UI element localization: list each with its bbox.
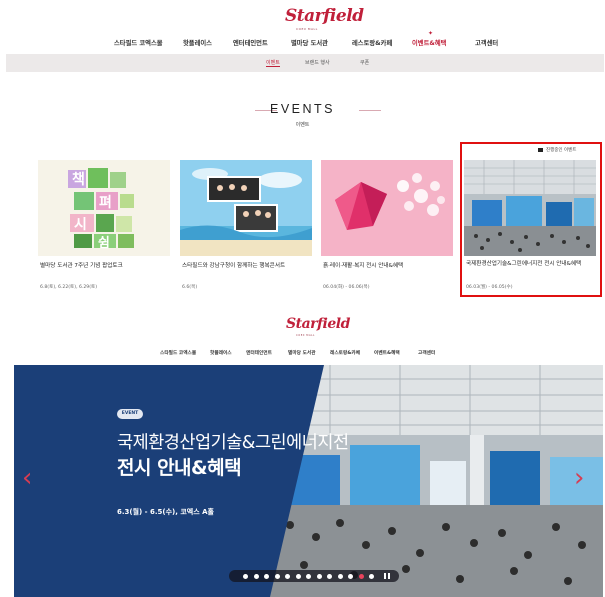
subnav-tab-events[interactable]: 이벤트 bbox=[266, 59, 280, 67]
carousel-dot[interactable] bbox=[348, 573, 353, 579]
event-card-welfare[interactable]: 흙·레이·재활·복지 전시 안내&혜택 06.04(화) - 06.06(목) bbox=[321, 160, 453, 296]
event-card-library[interactable]: 책 펴 시 쉼 별마당 도서관 7주년 기념 팝업토크 6.8(토), 6.22… bbox=[38, 160, 170, 296]
carousel-dot[interactable] bbox=[306, 573, 311, 579]
library-poster: 책 펴 시 쉼 bbox=[38, 160, 170, 256]
title-divider-right bbox=[359, 110, 381, 111]
event-card-concert[interactable]: 스타필드와 강남구청이 함께하는 행복콘서트 6.6(목) bbox=[180, 160, 312, 296]
nav-item-restaurant[interactable]: 레스토랑&카페 bbox=[352, 38, 392, 47]
section-subtitle: 이벤트 bbox=[295, 122, 310, 128]
banner-diagonal bbox=[214, 365, 324, 597]
card-date: 6.6(목) bbox=[182, 285, 198, 290]
carousel-dot[interactable] bbox=[358, 573, 364, 579]
poster-char-4: 쉼 bbox=[98, 236, 110, 251]
subnav-tab-coupon[interactable]: 쿠폰 bbox=[360, 59, 369, 66]
nav-item-coexmall[interactable]: 스타필드 코엑스몰 bbox=[114, 38, 163, 47]
nav2-item-hotplace[interactable]: 핫플레이스 bbox=[210, 350, 232, 356]
sub-nav: 이벤트 브랜드 행사 쿠폰 bbox=[6, 54, 604, 72]
nav2-item-customer[interactable]: 고객센터 bbox=[418, 350, 435, 356]
carousel-dot[interactable] bbox=[243, 573, 248, 579]
nav2-item-entertainment[interactable]: 엔터테인먼트 bbox=[246, 350, 272, 356]
highlight-box bbox=[460, 142, 602, 297]
carousel-dot[interactable] bbox=[316, 573, 322, 579]
nav-item-entertainment[interactable]: 엔터테인먼트 bbox=[233, 38, 268, 47]
banner-title-line1: 국제환경산업기술&그린에너지전 bbox=[117, 433, 349, 453]
card-date: 6.8(토), 6.22(토), 6.29(토) bbox=[40, 285, 98, 290]
carousel-dot[interactable] bbox=[295, 573, 301, 579]
banner-date: 6.3(월) - 6.5(수), 코엑스 A홀 bbox=[117, 508, 214, 516]
main-nav: 스타필드 코엑스몰 핫플레이스 엔터테인먼트 별마당 도서관 레스토랑&카페 이… bbox=[0, 38, 605, 50]
active-star-icon: ✦ bbox=[428, 30, 434, 37]
carousel-dot[interactable] bbox=[337, 573, 343, 579]
poster-char-2: 펴 bbox=[99, 195, 112, 211]
carousel-dot[interactable] bbox=[274, 573, 280, 579]
nav2-item-restaurant[interactable]: 레스토랑&카페 bbox=[330, 350, 360, 356]
event-badge: EVENT bbox=[117, 409, 143, 419]
nav-item-events[interactable]: 이벤트&혜택 bbox=[412, 38, 446, 47]
card-thumbnail-welfare bbox=[321, 160, 453, 256]
card-title: 스타필드와 강남구청이 함께하는 행복콘서트 bbox=[182, 263, 286, 269]
carousel-dot[interactable] bbox=[285, 573, 290, 579]
poster-char-1: 책 bbox=[72, 172, 85, 188]
logo-subtitle: COEX MALL bbox=[296, 27, 318, 31]
section-title: EVENTS bbox=[269, 102, 335, 116]
nav-item-customer[interactable]: 고객센터 bbox=[475, 38, 498, 47]
poster-char-3: 시 bbox=[74, 217, 87, 233]
card-thumbnail-concert bbox=[180, 160, 312, 256]
starfield-logo-2[interactable]: Starfield bbox=[286, 316, 350, 332]
logo-subtitle-2: COEX MALL bbox=[296, 334, 315, 337]
pause-icon[interactable] bbox=[383, 573, 390, 579]
banner-title-line2: 전시 안내&혜택 bbox=[117, 457, 242, 479]
starfield-logo[interactable]: Starfield bbox=[285, 6, 364, 26]
subnav-tab-brand[interactable]: 브랜드 행사 bbox=[305, 59, 330, 66]
carousel-pagination bbox=[229, 570, 399, 582]
nav2-item-events[interactable]: 이벤트&혜택 bbox=[374, 350, 400, 356]
chevron-right-icon[interactable]: › bbox=[574, 465, 584, 491]
welfare-poster bbox=[321, 160, 453, 256]
chevron-left-icon[interactable]: ‹ bbox=[22, 465, 32, 491]
card-thumbnail-library: 책 펴 시 쉼 bbox=[38, 160, 170, 256]
card-title: 별마당 도서관 7주년 기념 팝업토크 bbox=[40, 263, 123, 269]
nav2-item-coexmall[interactable]: 스타필드 코엑스몰 bbox=[160, 350, 196, 356]
card-title: 흙·레이·재활·복지 전시 안내&혜택 bbox=[323, 263, 404, 269]
carousel-dot[interactable] bbox=[327, 573, 332, 579]
card-date: 06.04(화) - 06.06(목) bbox=[323, 285, 370, 290]
nav2-item-library[interactable]: 별마당 도서관 bbox=[288, 350, 316, 356]
nav-item-library[interactable]: 별마당 도서관 bbox=[291, 38, 328, 47]
carousel-dot[interactable] bbox=[264, 573, 269, 579]
nav-item-hotplace[interactable]: 핫플레이스 bbox=[183, 38, 212, 47]
hero-banner[interactable]: EVENT 국제환경산업기술&그린에너지전 전시 안내&혜택 6.3(월) - … bbox=[14, 365, 603, 597]
carousel-dot[interactable] bbox=[253, 573, 259, 579]
concert-poster bbox=[180, 160, 312, 256]
carousel-dot[interactable] bbox=[369, 573, 374, 579]
